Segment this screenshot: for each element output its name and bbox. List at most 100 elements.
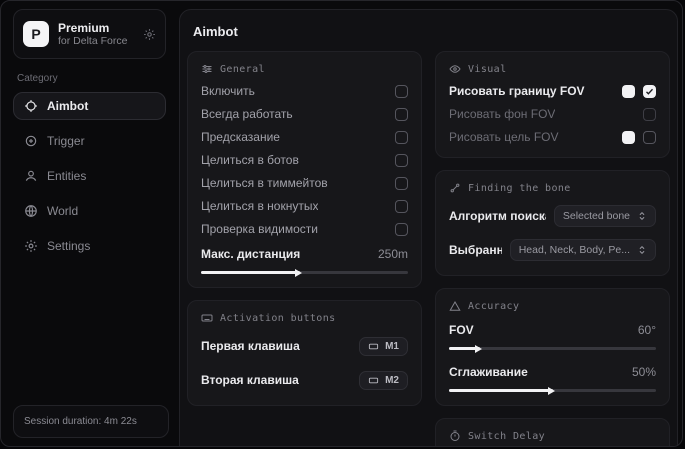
slider-value: 60° xyxy=(638,323,656,337)
checkbox[interactable] xyxy=(395,154,408,167)
checkbox[interactable] xyxy=(643,85,656,98)
checkbox[interactable] xyxy=(395,108,408,121)
brand-title: Premium xyxy=(58,21,134,35)
color-swatch[interactable] xyxy=(622,131,635,144)
sidebar-item-world[interactable]: World xyxy=(13,197,166,225)
visual-label: Рисовать фон FOV xyxy=(449,107,555,121)
bone-algorithm-select[interactable]: Selected bone xyxy=(554,205,656,227)
selected-bones-select[interactable]: Head, Neck, Body, Pe... xyxy=(510,239,656,261)
slider-value: 50% xyxy=(632,365,656,379)
keybind-row: Первая клавиша M1 xyxy=(201,334,408,358)
bone-row: Выбранные кос Head, Neck, Body, Pe... xyxy=(449,238,656,262)
keybind-label: Вторая клавиша xyxy=(201,373,299,387)
checkbox[interactable] xyxy=(395,85,408,98)
visual-row: Рисовать границу FOV xyxy=(449,84,656,98)
switch-delay-card-header: Switch Delay xyxy=(449,430,656,442)
checkbox[interactable] xyxy=(395,177,408,190)
toggle-label: Включить xyxy=(201,84,255,98)
bone-label: Алгоритм поиска кост xyxy=(449,209,546,223)
slider-fill[interactable] xyxy=(201,271,300,274)
session-duration: Session duration: 4m 22s xyxy=(24,416,158,427)
card-title: Switch Delay xyxy=(468,431,545,442)
accuracy-card: Accuracy FOV 60° Сглаживание 50% xyxy=(435,288,670,406)
fov-slider[interactable] xyxy=(449,347,656,350)
card-title: General xyxy=(220,64,265,75)
app-window: P Premium for Delta Force Category Aimbo… xyxy=(0,0,683,447)
card-title: Finding the bone xyxy=(468,183,571,194)
check-icon xyxy=(645,87,654,96)
toggle-label: Целиться в нокнутых xyxy=(201,199,318,213)
sidebar-item-settings[interactable]: Settings xyxy=(13,232,166,260)
visual-row: Рисовать цель FOV xyxy=(449,130,656,144)
sliders-icon xyxy=(201,63,213,75)
slider-label-row: Сглаживание 50% xyxy=(449,365,656,379)
toggle-row: Всегда работать xyxy=(201,107,408,121)
keybind-key: M2 xyxy=(385,375,399,386)
trigger-icon xyxy=(24,134,38,148)
checkbox[interactable] xyxy=(395,200,408,213)
keybind-label: Первая клавиша xyxy=(201,339,300,353)
toggle-row: Включить xyxy=(201,84,408,98)
visual-card: Visual Рисовать границу FOV xyxy=(435,51,670,158)
slider-label-row: FOV 60° xyxy=(449,323,656,337)
visual-label: Рисовать границу FOV xyxy=(449,84,585,98)
checkbox[interactable] xyxy=(643,131,656,144)
keyboard-icon xyxy=(201,312,213,324)
settings-gear-icon xyxy=(24,239,38,253)
slider-label-row: Макс. дистанция 250m xyxy=(201,247,408,261)
sidebar-item-aimbot[interactable]: Aimbot xyxy=(13,92,166,120)
bone-row: Алгоритм поиска кост Selected bone xyxy=(449,204,656,228)
keybind-button[interactable]: M1 xyxy=(359,337,408,356)
slider-label: Сглаживание xyxy=(449,365,528,379)
bone-card: Finding the bone Алгоритм поиска кост Se… xyxy=(435,170,670,276)
main-panel: Aimbot General Включить xyxy=(179,9,678,447)
bone-label: Выбранные кос xyxy=(449,243,502,257)
brand-subtitle: for Delta Force xyxy=(58,35,134,48)
brand-logo: P xyxy=(23,21,49,47)
color-swatch[interactable] xyxy=(622,85,635,98)
slider-label: FOV xyxy=(449,323,474,337)
max-distance-slider[interactable] xyxy=(201,271,408,274)
sidebar-item-label: Entities xyxy=(47,169,86,183)
session-card: Session duration: 4m 22s xyxy=(13,405,169,438)
brand-card: P Premium for Delta Force xyxy=(13,9,166,59)
slider-fill[interactable] xyxy=(449,389,553,392)
toggle-row: Проверка видимости xyxy=(201,222,408,236)
checkbox[interactable] xyxy=(643,108,656,121)
category-label: Category xyxy=(17,73,162,84)
visual-card-header: Visual xyxy=(449,63,656,75)
slider-label: Макс. дистанция xyxy=(201,247,300,261)
checkbox[interactable] xyxy=(395,223,408,236)
select-value: Head, Neck, Body, Pe... xyxy=(519,244,630,256)
toggle-label: Целиться в ботов xyxy=(201,153,299,167)
gear-icon[interactable] xyxy=(143,28,156,41)
activation-card: Activation buttons Первая клавиша M1 Вто… xyxy=(187,300,422,406)
slider-value: 250m xyxy=(378,247,408,261)
card-title: Visual xyxy=(468,64,507,75)
left-column: General Включить Всегда работать Предска… xyxy=(187,51,422,406)
general-card-header: General xyxy=(201,63,408,75)
right-column: Visual Рисовать границу FOV xyxy=(435,51,670,447)
toggle-label: Предсказание xyxy=(201,130,280,144)
smoothing-slider[interactable] xyxy=(449,389,656,392)
sidebar-item-label: Aimbot xyxy=(47,99,88,113)
checkbox[interactable] xyxy=(395,131,408,144)
card-title: Activation buttons xyxy=(220,313,336,324)
toggle-label: Целиться в тиммейтов xyxy=(201,176,328,190)
sidebar-item-entities[interactable]: Entities xyxy=(13,162,166,190)
slider-fill[interactable] xyxy=(449,347,480,350)
switch-delay-card: Switch Delay Задержка переключения Задер… xyxy=(435,418,670,447)
general-card: General Включить Всегда работать Предска… xyxy=(187,51,422,288)
keybind-button[interactable]: M2 xyxy=(359,371,408,390)
toggle-label: Всегда работать xyxy=(201,107,293,121)
brand-text: Premium for Delta Force xyxy=(58,21,134,48)
visual-row: Рисовать фон FOV xyxy=(449,107,656,121)
sidebar-item-trigger[interactable]: Trigger xyxy=(13,127,166,155)
entities-icon xyxy=(24,169,38,183)
toggle-row: Предсказание xyxy=(201,130,408,144)
sidebar: P Premium for Delta Force Category Aimbo… xyxy=(1,1,178,446)
select-value: Selected bone xyxy=(563,210,630,222)
chevrons-up-down-icon xyxy=(637,245,647,255)
sidebar-item-label: Trigger xyxy=(47,134,85,148)
timer-icon xyxy=(449,430,461,442)
